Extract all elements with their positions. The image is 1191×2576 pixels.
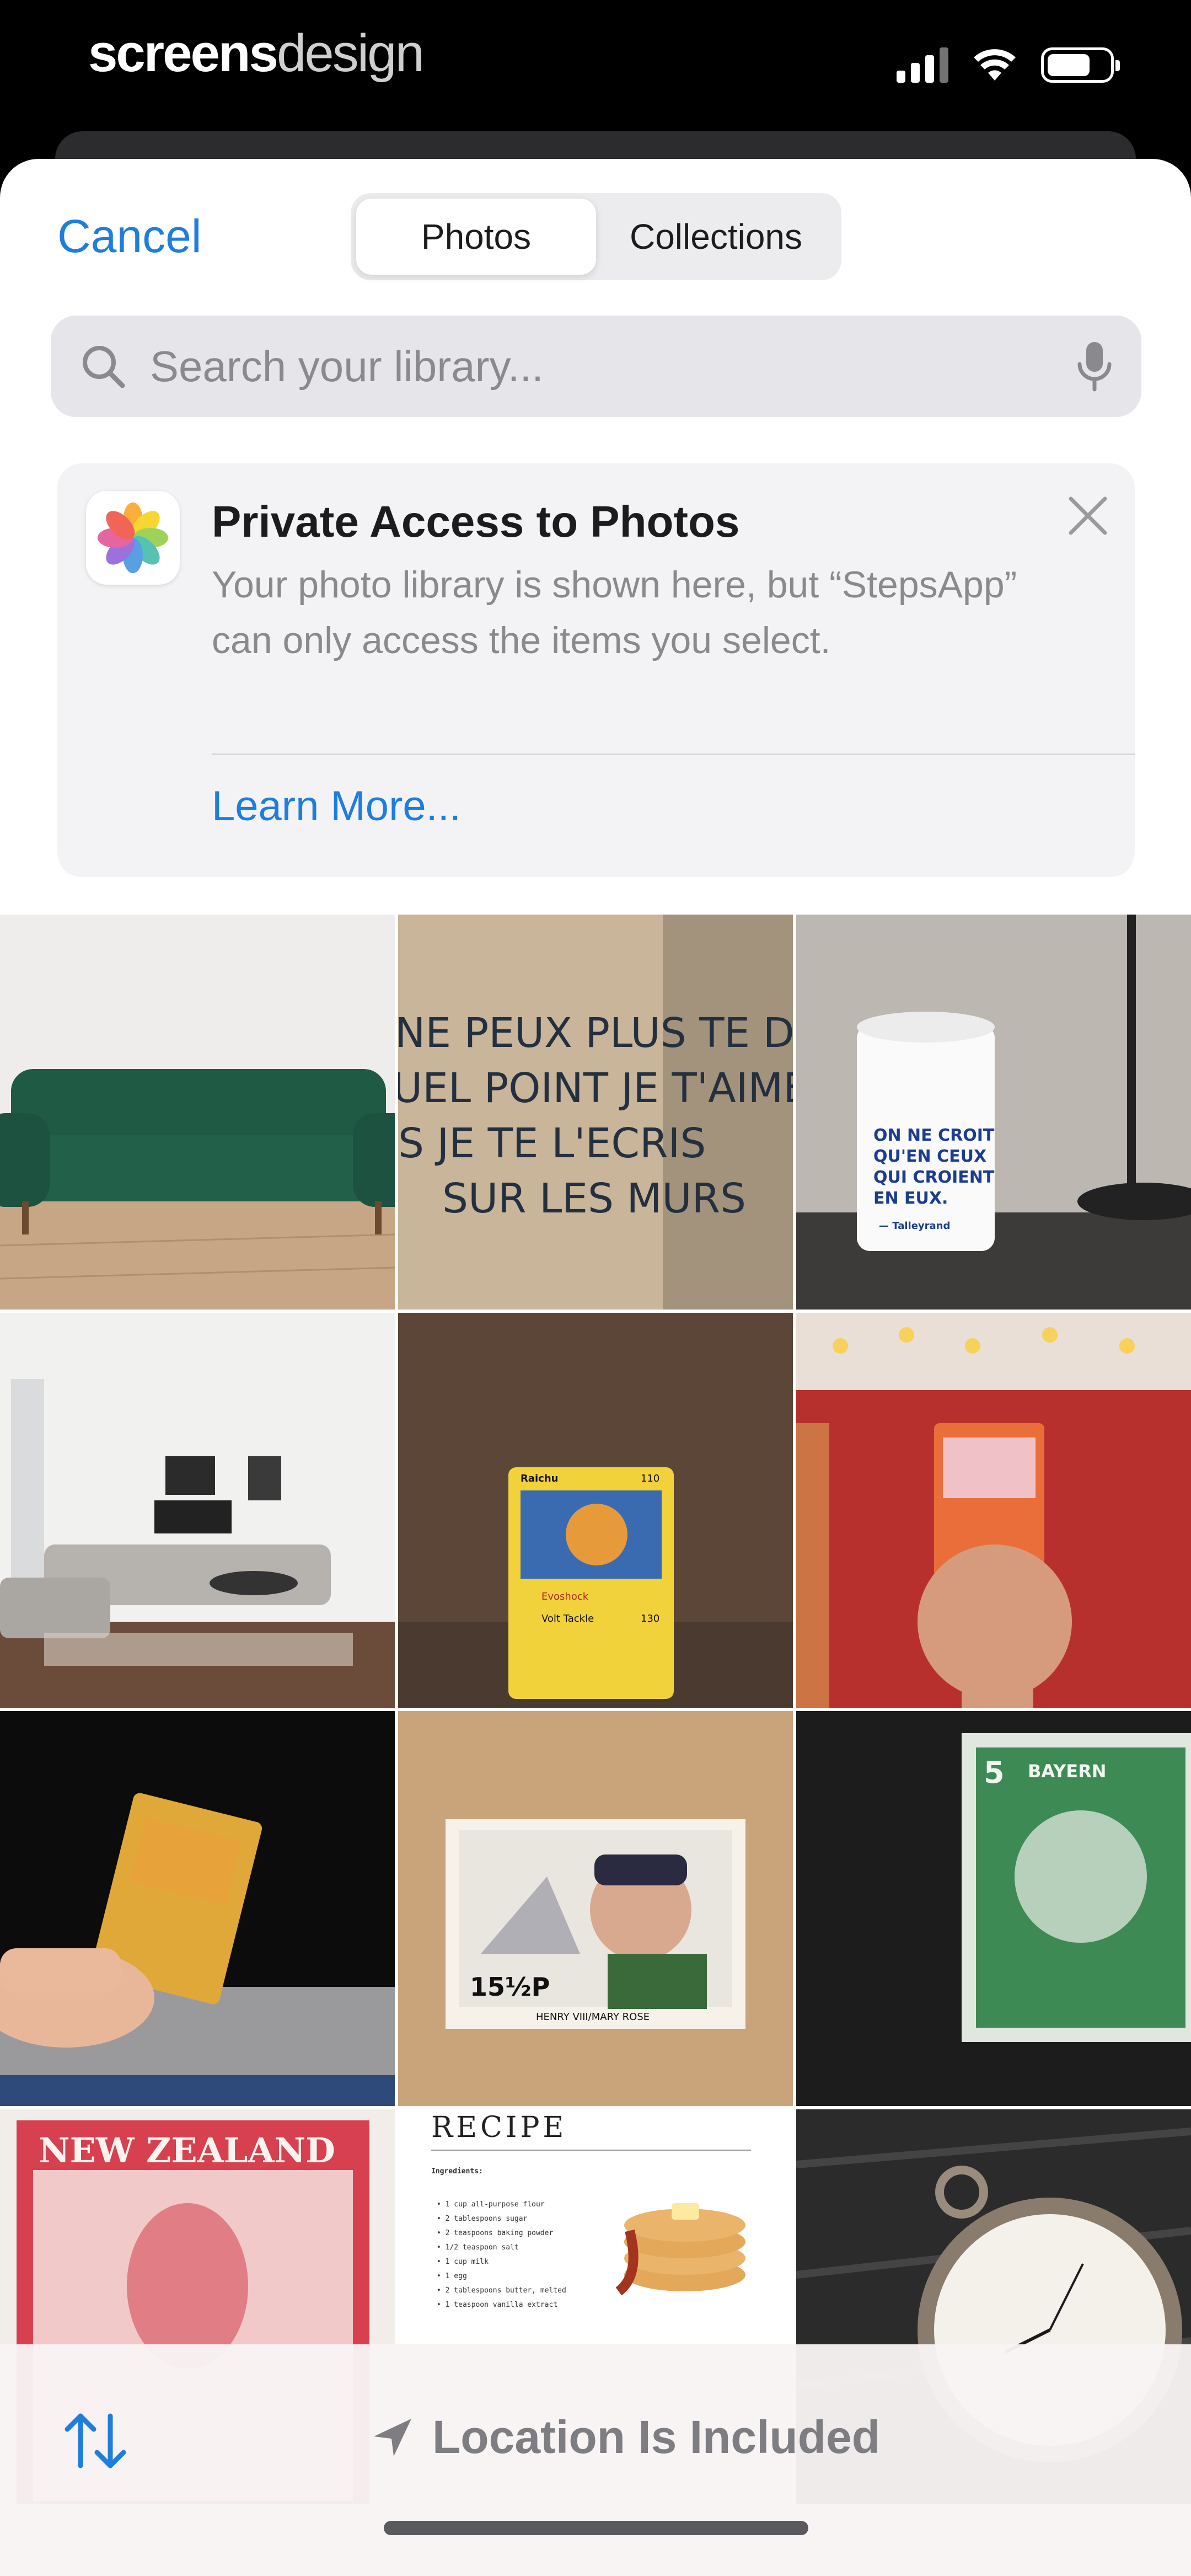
photo-thumbnail[interactable]: 5 BAYERN [796,1711,1191,2106]
photo-picker-sheet: Cancel Photos Collections Search your li… [0,159,1191,2576]
card-text: Raichu [521,1473,558,1484]
graffiti-text: S JE TE L'ECRIS [398,1120,706,1167]
brand-part-2: design [276,24,425,83]
photos-app-icon [86,491,180,585]
recipe-line: • 1 egg [437,2272,467,2280]
stamp-text: 5 [984,1755,1005,1790]
tab-photos[interactable]: Photos [356,199,596,275]
search-icon [83,346,125,388]
photo-grid: NE PEUX PLUS TE D UEL POINT JE T'AIME S … [0,915,1191,2504]
recipe-line: • 2 tablespoons butter, melted [437,2286,566,2295]
photo-thumbnail[interactable]: ON NE CROIT QU'EN CEUX QUI CROIENT EN EU… [796,915,1191,1310]
photo-thumbnail[interactable]: Raichu 110 Evoshock Volt Tackle 130 [398,1313,793,1708]
location-status[interactable]: Location Is Included [369,2411,880,2464]
photo-thumbnail[interactable] [0,915,395,1310]
card-text: Volt Tackle [541,1613,594,1624]
microphone-icon[interactable] [1075,340,1114,393]
recipe-line: • 2 tablespoons sugar [437,2215,528,2223]
card-title: Private Access to Photos [212,497,740,546]
recipe-line: • 1/2 teaspoon salt [437,2243,519,2252]
bottom-toolbar: Location Is Included [0,2344,1191,2576]
brand-part-1: screens [88,24,278,83]
cellular-signal-icon [897,47,948,83]
close-icon[interactable] [1063,491,1113,541]
photo-thumbnail[interactable] [796,1313,1191,1708]
mug-text: EN EUX. [873,1189,948,1208]
stamp-text: NEW ZEALAND [39,2130,335,2171]
mug-text: — Talleyrand [879,1220,950,1232]
stamp-text: HENRY VIII/MARY ROSE [536,2011,650,2023]
recipe-line: • 2 teaspoons baking powder [437,2229,553,2237]
graffiti-text: UEL POINT JE T'AIME [398,1065,793,1112]
stamp-text: BAYERN [1028,1761,1107,1782]
mug-text: QU'EN CEUX [873,1147,986,1166]
mug-text: QUI CROIENT [873,1168,995,1187]
tab-collections[interactable]: Collections [596,199,836,275]
graffiti-text: SUR LES MURS [442,1175,746,1222]
photo-thumbnail[interactable] [0,1711,395,2106]
stamp-text: 15½P [470,1972,550,2002]
cancel-button[interactable]: Cancel [57,210,201,263]
graffiti-text: NE PEUX PLUS TE D [398,1009,793,1057]
photo-thumbnail[interactable]: NE PEUX PLUS TE D UEL POINT JE T'AIME S … [398,915,793,1310]
photo-thumbnail[interactable] [0,1313,395,1708]
location-arrow-icon [374,2418,411,2456]
card-divider [212,753,1135,755]
card-body: Your photo library is shown here, but “S… [212,564,1017,661]
card-text: Evoshock [541,1591,589,1602]
home-indicator[interactable] [384,2521,808,2535]
private-access-card: Private Access to Photos Your photo libr… [57,463,1135,877]
recipe-line: • 1 teaspoon vanilla extract [437,2301,557,2309]
wifi-icon [974,49,1016,81]
location-label: Location Is Included [432,2411,881,2463]
card-text: 130 [641,1613,659,1624]
status-icons [897,47,1120,83]
status-bar: screensdesign [0,0,1191,197]
battery-icon [1041,47,1120,83]
learn-more-link[interactable]: Learn More... [212,782,461,830]
recipe-line: • 1 cup all-purpose flour [437,2200,545,2209]
segmented-control: Photos Collections [351,193,841,280]
recipe-line: • 1 cup milk [437,2258,489,2266]
search-bar [51,316,1141,417]
card-text: 110 [641,1473,659,1484]
recipe-line: Ingredients: [431,2167,483,2176]
recipe-title: RECIPE [431,2111,567,2144]
mug-text: ON NE CROIT [873,1126,995,1145]
sort-order-icon[interactable] [60,2405,131,2477]
brand-watermark: screensdesign [88,23,425,84]
search-input[interactable] [150,341,1075,392]
photo-thumbnail[interactable]: 15½P HENRY VIII/MARY ROSE [398,1711,793,2106]
